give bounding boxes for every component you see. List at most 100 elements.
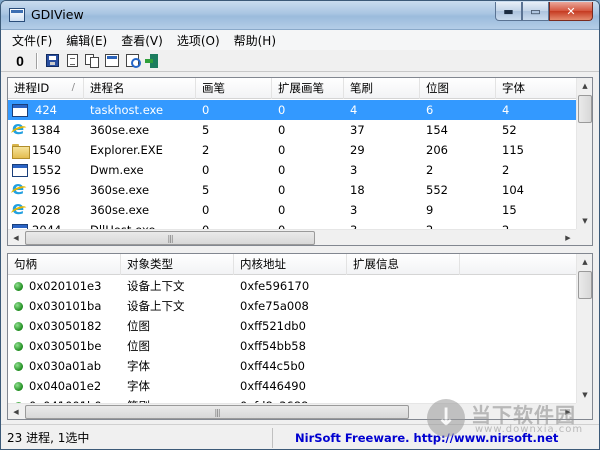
process-row[interactable]: 2028 360se.exe 0 0 3 9 15 (8, 200, 578, 220)
scroll-left-icon[interactable]: ◀ (8, 404, 24, 419)
brush-cell: 4 (350, 103, 358, 117)
handle-row[interactable]: 0x020101e3 设备上下文 0xfe596170 (8, 276, 578, 296)
ext-pen-cell: 0 (278, 123, 286, 137)
gdi-object-icon (14, 341, 23, 351)
window-icon (12, 103, 28, 117)
col-extended-info[interactable]: 扩展信息 (347, 254, 460, 275)
font-cell: 4 (502, 103, 510, 117)
scroll-thumb[interactable] (578, 271, 592, 299)
reset-counters-button[interactable]: 0 (11, 52, 29, 70)
kernel-address-cell: 0xfe596170 (240, 279, 310, 293)
process-name-cell: 360se.exe (90, 183, 150, 197)
process-hscroll[interactable]: ◀ ||| ▶ (8, 229, 576, 245)
nirsoft-link[interactable]: NirSoft Freeware. http://www.nirsoft.net (273, 431, 558, 445)
process-row[interactable]: 1540 Explorer.EXE 2 0 29 206 115 (8, 140, 578, 160)
scroll-right-icon[interactable]: ▶ (560, 404, 576, 419)
col-process-id[interactable]: 进程ID / (8, 78, 84, 99)
brush-cell: 18 (350, 183, 365, 197)
process-id-cell: 2028 (8, 200, 84, 220)
ie-icon (12, 180, 27, 199)
maximize-icon: ▭ (530, 4, 541, 18)
html-report-button[interactable] (63, 52, 81, 70)
status-summary: 23 进程, 1选中 (1, 427, 273, 448)
col-pen[interactable]: 画笔 (196, 78, 272, 99)
ext-pen-cell: 0 (278, 103, 286, 117)
col-object-type[interactable]: 对象类型 (121, 254, 234, 275)
font-cell: 52 (502, 123, 517, 137)
menu-edit[interactable]: 编辑(E) (59, 32, 114, 49)
handle-row[interactable]: 0x040a01e2 字体 0xff446490 (8, 376, 578, 396)
col-process-name[interactable]: 进程名 (84, 78, 196, 99)
scroll-down-icon[interactable]: ▼ (577, 213, 592, 229)
pen-cell: 5 (202, 183, 210, 197)
scroll-corner (576, 403, 592, 419)
object-type-cell: 字体 (127, 359, 150, 373)
bitmap-cell: 9 (426, 203, 434, 217)
window-title: GDIView (31, 7, 84, 22)
copy-button[interactable] (83, 52, 101, 70)
save-button[interactable] (43, 52, 61, 70)
font-cell: 104 (502, 183, 524, 197)
close-button[interactable]: ✕ (549, 2, 593, 21)
process-row[interactable]: 1956 360se.exe 5 0 18 552 104 (8, 180, 578, 200)
gdi-object-icon (14, 281, 23, 291)
col-bitmap[interactable]: 位图 (420, 78, 496, 99)
kernel-address-cell: 0xff446490 (240, 379, 306, 393)
properties-icon (105, 54, 119, 67)
properties-button[interactable] (103, 52, 121, 70)
maximize-button[interactable]: ▭ (522, 2, 549, 21)
kernel-address-cell: 0xff44c5b0 (240, 359, 305, 373)
process-id-cell: 1956 (8, 180, 84, 200)
scroll-up-icon[interactable]: ▲ (577, 78, 592, 94)
col-font[interactable]: 字体 (496, 78, 578, 99)
process-id-cell: 424 (8, 100, 84, 120)
process-row[interactable]: 1552 Dwm.exe 0 0 3 2 2 (8, 160, 578, 180)
kernel-address-cell: 0xfe75a008 (240, 299, 309, 313)
scroll-left-icon[interactable]: ◀ (8, 230, 24, 245)
handle-row[interactable]: 0x03050182 位图 0xff521db0 (8, 316, 578, 336)
ie-icon (12, 120, 27, 139)
scroll-down-icon[interactable]: ▼ (577, 387, 592, 403)
handle-row[interactable]: 0x030a01ab 字体 0xff44c5b0 (8, 356, 578, 376)
handle-row[interactable]: 0x030101ba 设备上下文 0xfe75a008 (8, 296, 578, 316)
handle-list-header: 句柄 对象类型 内核地址 扩展信息 (8, 254, 578, 275)
menu-bar: 文件(F) 编辑(E) 查看(V) 选项(O) 帮助(H) (1, 30, 599, 50)
process-row[interactable]: 1384 360se.exe 5 0 37 154 52 (8, 120, 578, 140)
exit-button[interactable] (143, 52, 161, 70)
col-ext-pen[interactable]: 扩展画笔 (272, 78, 344, 99)
handle-row[interactable]: 0x030501be 位图 0xff54bb58 (8, 336, 578, 356)
process-name-cell: Dwm.exe (90, 163, 144, 177)
bitmap-cell: 154 (426, 123, 448, 137)
gdi-object-icon (14, 321, 23, 331)
font-cell: 115 (502, 143, 524, 157)
menu-file[interactable]: 文件(F) (5, 32, 59, 49)
process-name-cell: taskhost.exe (90, 103, 164, 117)
process-vscroll[interactable]: ▲ ▼ (576, 78, 592, 229)
menu-help[interactable]: 帮助(H) (227, 32, 283, 49)
find-button[interactable] (123, 52, 141, 70)
menu-view[interactable]: 查看(V) (114, 32, 170, 49)
handle-list[interactable]: 句柄 对象类型 内核地址 扩展信息 0x020101e3 设备上下文 0xfe596… (7, 253, 593, 420)
process-list[interactable]: 进程ID / 进程名 画笔 扩展画笔 笔刷 位图 字体 424 taskhost.e… (7, 77, 593, 246)
minimize-button[interactable]: ▬ (495, 2, 522, 21)
scroll-thumb[interactable] (578, 95, 592, 123)
scroll-thumb[interactable]: ||| (25, 231, 315, 245)
col-kernel-address[interactable]: 内核地址 (234, 254, 347, 275)
ext-pen-cell: 0 (278, 203, 286, 217)
handle-cell: 0x03050182 (8, 316, 121, 336)
handle-rows: 0x020101e3 设备上下文 0xfe596170 0x030101ba 设备上下文… (8, 276, 578, 416)
handle-hscroll[interactable]: ◀ ||| ▶ (8, 403, 576, 419)
col-brush[interactable]: 笔刷 (344, 78, 420, 99)
ext-pen-cell: 0 (278, 163, 286, 177)
title-bar[interactable]: GDIView ▬ ▭ ✕ (1, 1, 599, 30)
scroll-thumb[interactable]: ||| (25, 405, 409, 419)
col-handle[interactable]: 句柄 (8, 254, 121, 275)
scroll-right-icon[interactable]: ▶ (560, 230, 576, 245)
menu-options[interactable]: 选项(O) (170, 32, 227, 49)
handle-vscroll[interactable]: ▲ ▼ (576, 254, 592, 403)
scroll-up-icon[interactable]: ▲ (577, 254, 592, 270)
toolbar: 0 (1, 50, 599, 72)
object-type-cell: 字体 (127, 379, 150, 393)
process-row[interactable]: 424 taskhost.exe 0 0 4 6 4 (8, 100, 578, 120)
bitmap-cell: 206 (426, 143, 448, 157)
